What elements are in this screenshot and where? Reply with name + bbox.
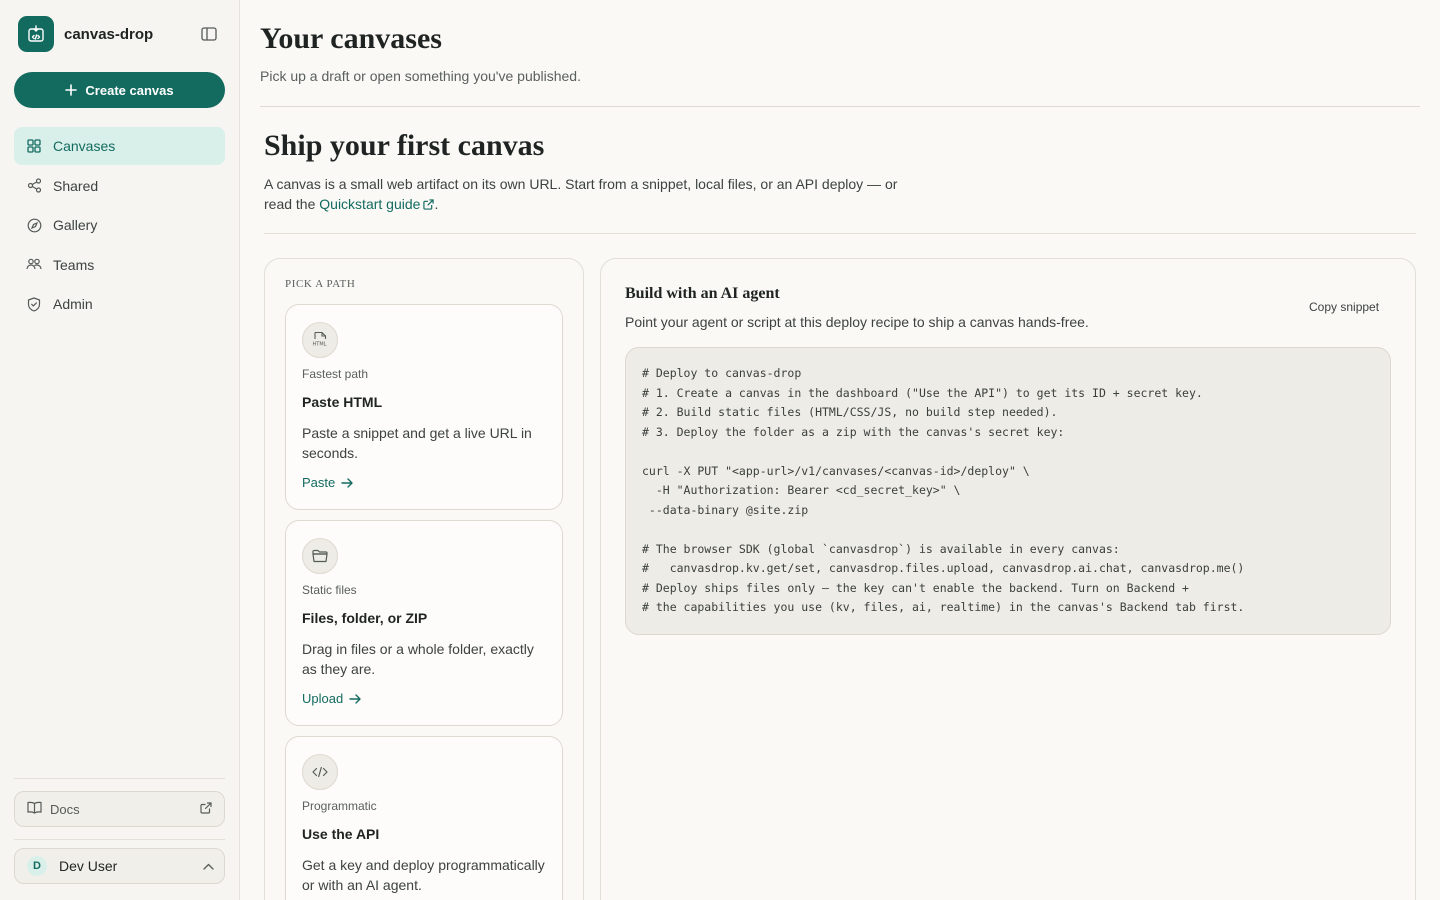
path-card-files[interactable]: Static files Files, folder, or ZIP Drag … [285, 520, 563, 726]
code-icon [302, 754, 338, 790]
canvas-logo-icon [18, 16, 54, 52]
shield-icon [26, 296, 42, 312]
sidebar-item-label: Teams [53, 256, 95, 273]
sidebar: canvas-drop Create canvas Canvases Share… [0, 0, 240, 900]
code-line: -H "Authorization: Bearer <cd_secret_key… [642, 483, 961, 497]
sidebar-item-teams[interactable]: Teams [14, 246, 225, 284]
sidebar-item-gallery[interactable]: Gallery [14, 206, 225, 244]
arrow-right-icon [349, 693, 361, 704]
code-line: # 2. Build static files (HTML/CSS/JS, no… [642, 405, 1058, 419]
folder-icon [302, 538, 338, 574]
user-name: Dev User [59, 858, 118, 874]
page-subtitle: Pick up a draft or open something you've… [260, 68, 581, 84]
chevron-up-icon [203, 857, 214, 875]
html-file-icon: HTML [302, 322, 338, 358]
path-description: Drag in files or a whole folder, exactly… [302, 641, 534, 677]
sidebar-item-shared[interactable]: Shared [14, 167, 225, 205]
section-description: A canvas is a small web artifact on its … [264, 174, 924, 215]
description-end: . [434, 196, 439, 212]
brand[interactable]: canvas-drop [18, 16, 153, 52]
code-line: # Deploy to canvas-drop [642, 366, 802, 380]
section-title: Ship your first canvas [264, 129, 545, 162]
sidebar-item-label: Gallery [53, 217, 98, 233]
arrow-right-icon [341, 477, 353, 488]
create-canvas-label: Create canvas [85, 82, 174, 98]
sidebar-nav: Canvases Shared Gallery Teams Admin [14, 127, 225, 325]
path-kicker: Fastest path [302, 367, 369, 381]
panel-label: PICK A PATH [285, 278, 356, 290]
copy-snippet-button[interactable]: Copy snippet [1309, 300, 1379, 314]
svg-text:HTML: HTML [313, 342, 327, 348]
external-link-icon [200, 801, 212, 817]
panel-title: Build with an AI agent [625, 285, 780, 302]
ai-agent-panel: Build with an AI agent Point your agent … [600, 258, 1416, 900]
brand-name: canvas-drop [64, 25, 154, 43]
quickstart-link-label: Quickstart guide [319, 196, 421, 212]
grid-icon [26, 138, 42, 154]
path-title: Paste HTML [302, 394, 383, 410]
sidebar-item-admin[interactable]: Admin [14, 285, 225, 323]
action-label: Paste [302, 475, 336, 490]
book-icon [27, 801, 42, 817]
main-content: Your canvases Pick up a draft or open so… [240, 0, 1440, 900]
path-title: Files, folder, or ZIP [302, 610, 428, 626]
path-card-paste-html[interactable]: HTML Fastest path Paste HTML Paste a sni… [285, 304, 563, 510]
sidebar-item-canvases[interactable]: Canvases [14, 127, 225, 165]
code-line: --data-binary @site.zip [642, 502, 809, 517]
pick-a-path-panel: PICK A PATH HTML Fastest path Paste HTML… [264, 258, 584, 900]
code-line: # 3. Deploy the folder as a zip with the… [642, 424, 1065, 439]
path-title: Use the API [302, 826, 380, 842]
sidebar-divider [14, 839, 225, 840]
code-line: # 1. Create a canvas in the dashboard ("… [642, 385, 1203, 400]
code-snippet[interactable]: # Deploy to canvas-drop # 1. Create a ca… [625, 347, 1391, 635]
sidebar-item-label: Admin [53, 296, 93, 312]
user-menu-button[interactable]: D Dev User [14, 848, 225, 884]
path-kicker: Programmatic [302, 799, 377, 813]
compass-icon [26, 217, 42, 233]
code-line: # Deploy ships files only — the key can'… [642, 580, 1189, 595]
code-line: # The browser SDK (global `canvasdrop`) … [642, 541, 1120, 556]
page-title: Your canvases [260, 22, 442, 55]
external-link-icon [423, 195, 435, 215]
section-divider [264, 233, 1416, 234]
quickstart-guide-link[interactable]: Quickstart guide [319, 195, 435, 215]
path-card-api[interactable]: Programmatic Use the API Get a key and d… [285, 736, 563, 900]
paste-action-link[interactable]: Paste [302, 475, 353, 490]
path-description: Paste a snippet and get a live URL in se… [302, 425, 532, 461]
sidebar-item-label: Shared [53, 177, 99, 194]
path-description: Get a key and deploy programmatically or… [302, 857, 545, 893]
code-line: # canvasdrop.kv.get/set, canvasdrop.file… [642, 561, 1245, 575]
sidebar-item-label: Canvases [53, 138, 116, 154]
panel-subtitle: Point your agent or script at this deplo… [625, 314, 1089, 330]
sidebar-toggle-button[interactable] [198, 24, 220, 44]
sidebar-divider [14, 778, 225, 779]
share-icon [26, 178, 42, 194]
sidebar-panel-icon [201, 27, 217, 41]
header-divider [260, 106, 1420, 107]
path-kicker: Static files [302, 583, 357, 597]
plus-icon [65, 84, 78, 96]
users-icon [26, 257, 42, 273]
docs-label: Docs [50, 801, 80, 817]
docs-link[interactable]: Docs [14, 791, 225, 827]
upload-action-link[interactable]: Upload [302, 691, 361, 706]
create-canvas-button[interactable]: Create canvas [14, 72, 225, 108]
action-label: Upload [302, 691, 344, 706]
code-line: # the capabilities you use (kv, files, a… [642, 600, 1245, 614]
avatar: D [27, 856, 47, 876]
code-line: curl -X PUT "<app-url>/v1/canvases/<canv… [642, 463, 1030, 478]
